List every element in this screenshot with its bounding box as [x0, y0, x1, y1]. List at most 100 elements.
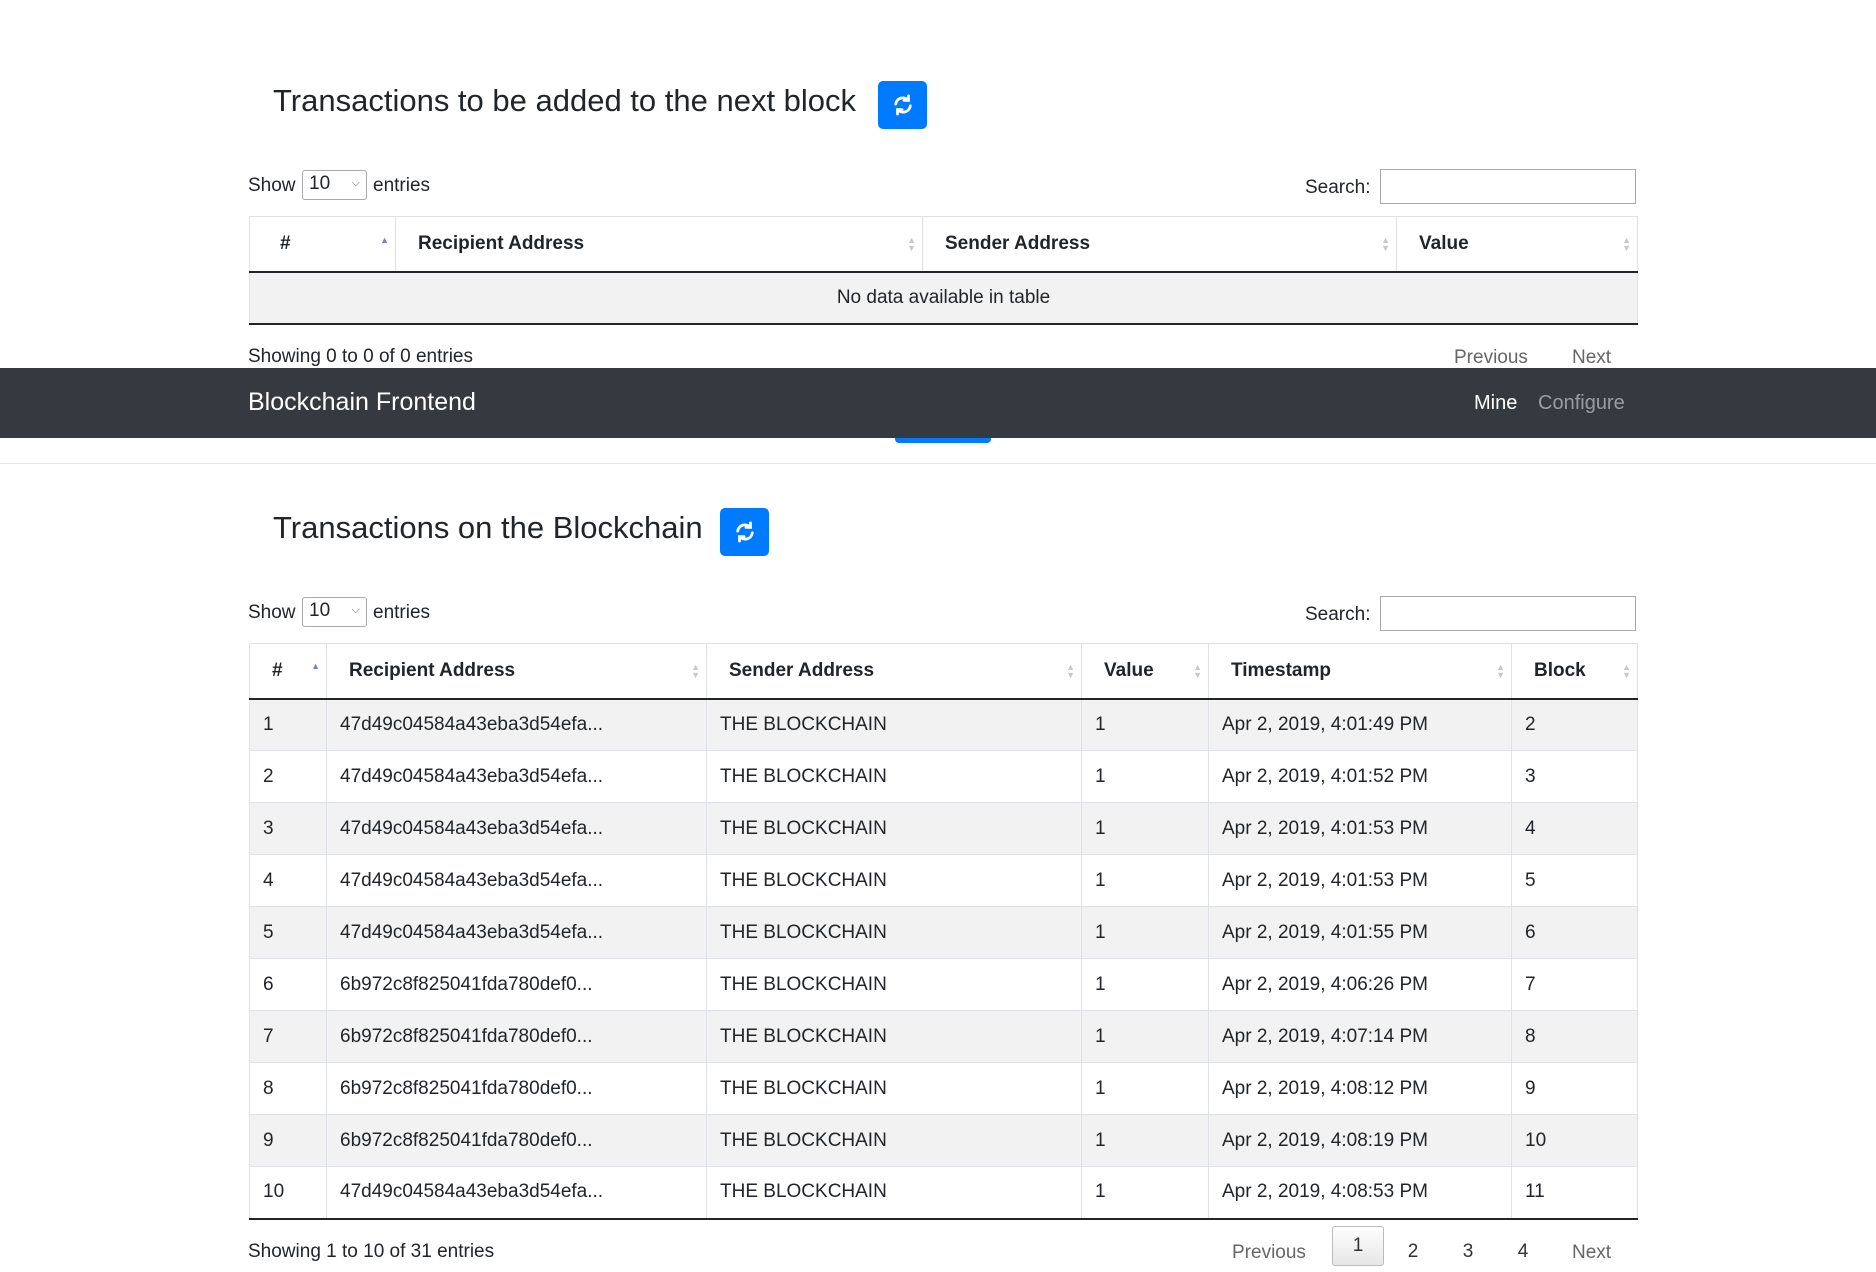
sort-icon: ▲ ▼ [1193, 661, 1202, 680]
cell-sender: THE BLOCKCHAIN [706, 1114, 1082, 1167]
cell-index: 1 [249, 698, 327, 751]
chain-col-block[interactable]: Block ▲ ▼ [1511, 643, 1638, 700]
cell-recipient: 6b972c8f825041fda780def0... [326, 1010, 707, 1063]
chain-col-sender[interactable]: Sender Address ▲ ▼ [706, 643, 1082, 700]
cell-recipient: 47d49c04584a43eba3d54efa... [326, 1166, 707, 1220]
cell-block: 6 [1511, 906, 1638, 959]
cell-sender: THE BLOCKCHAIN [706, 698, 1082, 751]
page-button-4[interactable]: 4 [1497, 1232, 1549, 1272]
cell-timestamp: Apr 2, 2019, 4:08:12 PM [1208, 1062, 1512, 1115]
chain-col-recipient[interactable]: Recipient Address ▲ ▼ [326, 643, 707, 700]
cell-value: 1 [1081, 1010, 1209, 1063]
pending-entries-label: entries [373, 175, 431, 196]
cell-value: 1 [1081, 906, 1209, 959]
refresh-icon [735, 521, 754, 543]
cell-sender: THE BLOCKCHAIN [706, 1010, 1082, 1063]
mine-button-edge[interactable] [895, 438, 991, 443]
cell-timestamp: Apr 2, 2019, 4:01:53 PM [1208, 802, 1512, 855]
cell-block: 10 [1511, 1114, 1638, 1167]
cell-index: 10 [249, 1166, 327, 1220]
cell-value: 1 [1081, 698, 1209, 751]
table-row: 8 6b972c8f825041fda780def0... THE BLOCKC… [249, 1062, 1638, 1115]
pending-next-button[interactable]: Next [1572, 347, 1611, 369]
cell-recipient: 6b972c8f825041fda780def0... [326, 958, 707, 1011]
cell-index: 4 [249, 854, 327, 907]
navbar-brand[interactable]: Blockchain Frontend [248, 388, 476, 417]
cell-sender: THE BLOCKCHAIN [706, 750, 1082, 803]
table-row: 2 47d49c04584a43eba3d54efa... THE BLOCKC… [249, 750, 1638, 803]
pending-length-value: 10 [309, 173, 331, 194]
table-row: 10 47d49c04584a43eba3d54efa... THE BLOCK… [249, 1166, 1638, 1220]
cell-block: 11 [1511, 1166, 1638, 1220]
page-button-2[interactable]: 2 [1387, 1232, 1439, 1272]
chevron-down-icon: ⌵ [351, 604, 360, 616]
page-button-1[interactable]: 1 [1332, 1226, 1384, 1266]
nav-link-configure[interactable]: Configure [1538, 392, 1625, 415]
cell-sender: THE BLOCKCHAIN [706, 1062, 1082, 1115]
refresh-icon [893, 94, 912, 116]
chain-col-value[interactable]: Value ▲ ▼ [1081, 643, 1209, 700]
chain-length-select[interactable]: 10 ⌵ [302, 597, 367, 627]
chain-show-label: Show [248, 602, 296, 623]
sort-icon: ▲ ▼ [1381, 234, 1390, 253]
table-row: 7 6b972c8f825041fda780def0... THE BLOCKC… [249, 1010, 1638, 1063]
chain-search-input[interactable] [1380, 596, 1636, 631]
cell-index: 8 [249, 1062, 327, 1115]
sort-icon: ▲ ▼ [1622, 234, 1631, 253]
sort-icon: ▲ [380, 234, 389, 245]
pending-empty-message: No data available in table [249, 271, 1638, 325]
sort-icon: ▲ ▼ [1496, 661, 1505, 680]
pending-refresh-button[interactable] [878, 81, 927, 129]
chain-refresh-button[interactable] [720, 508, 769, 556]
cell-sender: THE BLOCKCHAIN [706, 906, 1082, 959]
chain-entries-label: entries [373, 602, 431, 623]
chain-header-row: # ▲ Recipient Address ▲ ▼ Sender Address … [249, 643, 1638, 700]
cell-timestamp: Apr 2, 2019, 4:01:49 PM [1208, 698, 1512, 751]
table-row: 5 47d49c04584a43eba3d54efa... THE BLOCKC… [249, 906, 1638, 959]
cell-recipient: 47d49c04584a43eba3d54efa... [326, 698, 707, 751]
cell-index: 5 [249, 906, 327, 959]
chevron-down-icon: ⌵ [351, 177, 360, 189]
cell-index: 7 [249, 1010, 327, 1063]
pending-previous-button[interactable]: Previous [1454, 347, 1528, 369]
cell-recipient: 47d49c04584a43eba3d54efa... [326, 906, 707, 959]
cell-block: 4 [1511, 802, 1638, 855]
cell-value: 1 [1081, 1062, 1209, 1115]
chain-col-timestamp[interactable]: Timestamp ▲ ▼ [1208, 643, 1512, 700]
cell-block: 5 [1511, 854, 1638, 907]
pending-col-sender[interactable]: Sender Address ▲ ▼ [922, 216, 1397, 273]
cell-value: 1 [1081, 802, 1209, 855]
cell-timestamp: Apr 2, 2019, 4:08:53 PM [1208, 1166, 1512, 1220]
cell-sender: THE BLOCKCHAIN [706, 802, 1082, 855]
cell-timestamp: Apr 2, 2019, 4:07:14 PM [1208, 1010, 1512, 1063]
cell-timestamp: Apr 2, 2019, 4:01:53 PM [1208, 854, 1512, 907]
cell-index: 2 [249, 750, 327, 803]
table-row: 9 6b972c8f825041fda780def0... THE BLOCKC… [249, 1114, 1638, 1167]
chain-table: # ▲ Recipient Address ▲ ▼ Sender Address … [249, 643, 1638, 1220]
cell-index: 9 [249, 1114, 327, 1167]
chain-col-index[interactable]: # ▲ [249, 643, 327, 700]
pending-col-recipient[interactable]: Recipient Address ▲ ▼ [395, 216, 923, 273]
navbar: Blockchain Frontend Mine Configure [0, 368, 1876, 438]
cell-index: 3 [249, 802, 327, 855]
chain-length-value: 10 [309, 600, 331, 621]
pending-length-select[interactable]: 10 ⌵ [302, 170, 367, 200]
sort-icon: ▲ ▼ [1066, 661, 1075, 680]
cell-value: 1 [1081, 958, 1209, 1011]
cell-sender: THE BLOCKCHAIN [706, 958, 1082, 1011]
cell-value: 1 [1081, 750, 1209, 803]
page-button-3[interactable]: 3 [1442, 1232, 1494, 1272]
cell-recipient: 47d49c04584a43eba3d54efa... [326, 802, 707, 855]
pending-col-value[interactable]: Value ▲ ▼ [1396, 216, 1638, 273]
chain-title: Transactions on the Blockchain [273, 510, 703, 545]
cell-timestamp: Apr 2, 2019, 4:01:55 PM [1208, 906, 1512, 959]
cell-block: 2 [1511, 698, 1638, 751]
pending-search-input[interactable] [1380, 169, 1636, 204]
table-row: 1 47d49c04584a43eba3d54efa... THE BLOCKC… [249, 698, 1638, 751]
nav-link-mine[interactable]: Mine [1474, 392, 1517, 415]
cell-block: 9 [1511, 1062, 1638, 1115]
cell-recipient: 6b972c8f825041fda780def0... [326, 1114, 707, 1167]
section-divider [0, 463, 1876, 464]
cell-value: 1 [1081, 1166, 1209, 1220]
pending-col-index[interactable]: # ▲ [249, 216, 396, 273]
